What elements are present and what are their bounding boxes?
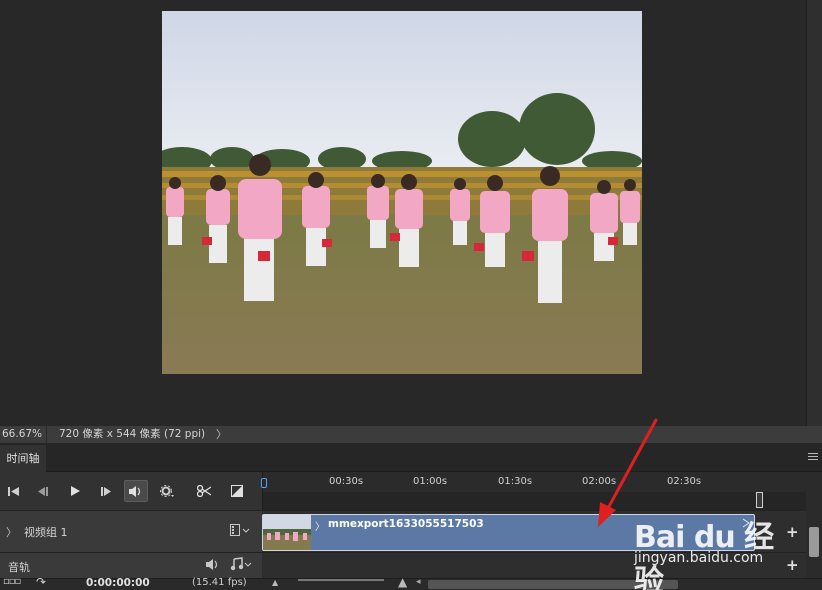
document-image <box>162 11 642 374</box>
zoom-level[interactable]: 66.67% <box>2 426 42 443</box>
previous-frame-icon[interactable] <box>31 480 53 502</box>
add-audio-plus-icon[interactable]: + <box>786 556 799 574</box>
next-frame-icon[interactable] <box>95 480 117 502</box>
playback-controls <box>0 472 262 510</box>
split-scissors-icon[interactable] <box>193 480 215 502</box>
canvas-vertical-scrollbar[interactable] <box>806 0 822 426</box>
work-area-bar[interactable] <box>263 492 807 510</box>
baidu-watermark: Bai du 经验 jingyan.baidu.com <box>634 512 784 590</box>
go-to-first-frame-icon[interactable] <box>2 480 24 502</box>
ruler-side-area <box>806 472 822 510</box>
ruler-label: 02:30s <box>667 476 702 487</box>
track-scroll-thumb[interactable] <box>809 527 819 557</box>
music-note-icon[interactable] <box>230 557 252 575</box>
film-strip-icon[interactable] <box>230 524 250 539</box>
zoom-in-mountain-icon[interactable]: ▲ <box>398 575 407 589</box>
playhead-handle[interactable] <box>261 478 267 488</box>
ruler-label: 02:00s <box>582 476 617 487</box>
watermark-url: jingyan.baidu.com <box>634 550 764 566</box>
frame-rate: (15.41 fps) <box>192 577 247 588</box>
clip-expand-chevron-icon[interactable]: 〉 <box>315 518 325 533</box>
work-area-end-handle[interactable] <box>756 492 763 508</box>
ruler-label: 01:00s <box>413 476 448 487</box>
ruler-label: 00:30s <box>329 476 364 487</box>
convert-frame-animation-icon[interactable]: ▫▫▫ <box>3 576 21 587</box>
ruler-label: 01:30s <box>498 476 533 487</box>
render-video-icon[interactable]: ↷ <box>36 575 46 589</box>
video-group-header[interactable]: 〉 视频组 1 <box>0 510 262 552</box>
audio-toggle-icon[interactable] <box>124 480 148 502</box>
clip-name: mmexport1633055517503 <box>328 518 484 530</box>
clip-thumbnail <box>263 515 311 550</box>
audio-mute-icon[interactable] <box>206 559 220 573</box>
settings-gear-icon[interactable] <box>156 480 178 502</box>
panel-menu-icon[interactable] <box>808 453 818 461</box>
current-time: 0:00:00:00 <box>86 577 150 589</box>
document-info: 720 像素 x 544 像素 (72 ppi) <box>46 426 205 443</box>
timeline-zoom-slider[interactable] <box>298 579 384 581</box>
transition-icon[interactable] <box>226 480 248 502</box>
add-media-plus-icon[interactable]: + <box>786 523 799 541</box>
video-group-label: 视频组 1 <box>24 526 68 539</box>
status-menu-arrow-icon[interactable]: 〉 <box>216 426 227 443</box>
document-canvas <box>0 0 806 426</box>
status-bar: 66.67% 720 像素 x 544 像素 (72 ppi) 〉 <box>0 426 822 443</box>
expand-chevron-icon[interactable]: 〉 <box>6 524 17 540</box>
play-icon[interactable] <box>64 480 86 502</box>
audio-track-label: 音轨 <box>8 561 30 574</box>
scroll-left-icon[interactable]: ◂ <box>416 577 421 587</box>
timeline-ruler[interactable]: 00:30s 01:00s 01:30s 02:00s 02:30s <box>261 472 807 510</box>
photoshop-window: 66.67% 720 像素 x 544 像素 (72 ppi) 〉 时间轴 00… <box>0 0 822 590</box>
zoom-out-mountain-icon[interactable]: ▲ <box>272 578 278 587</box>
panel-tab-bar: 时间轴 <box>0 443 822 472</box>
tab-timeline[interactable]: 时间轴 <box>0 445 46 472</box>
